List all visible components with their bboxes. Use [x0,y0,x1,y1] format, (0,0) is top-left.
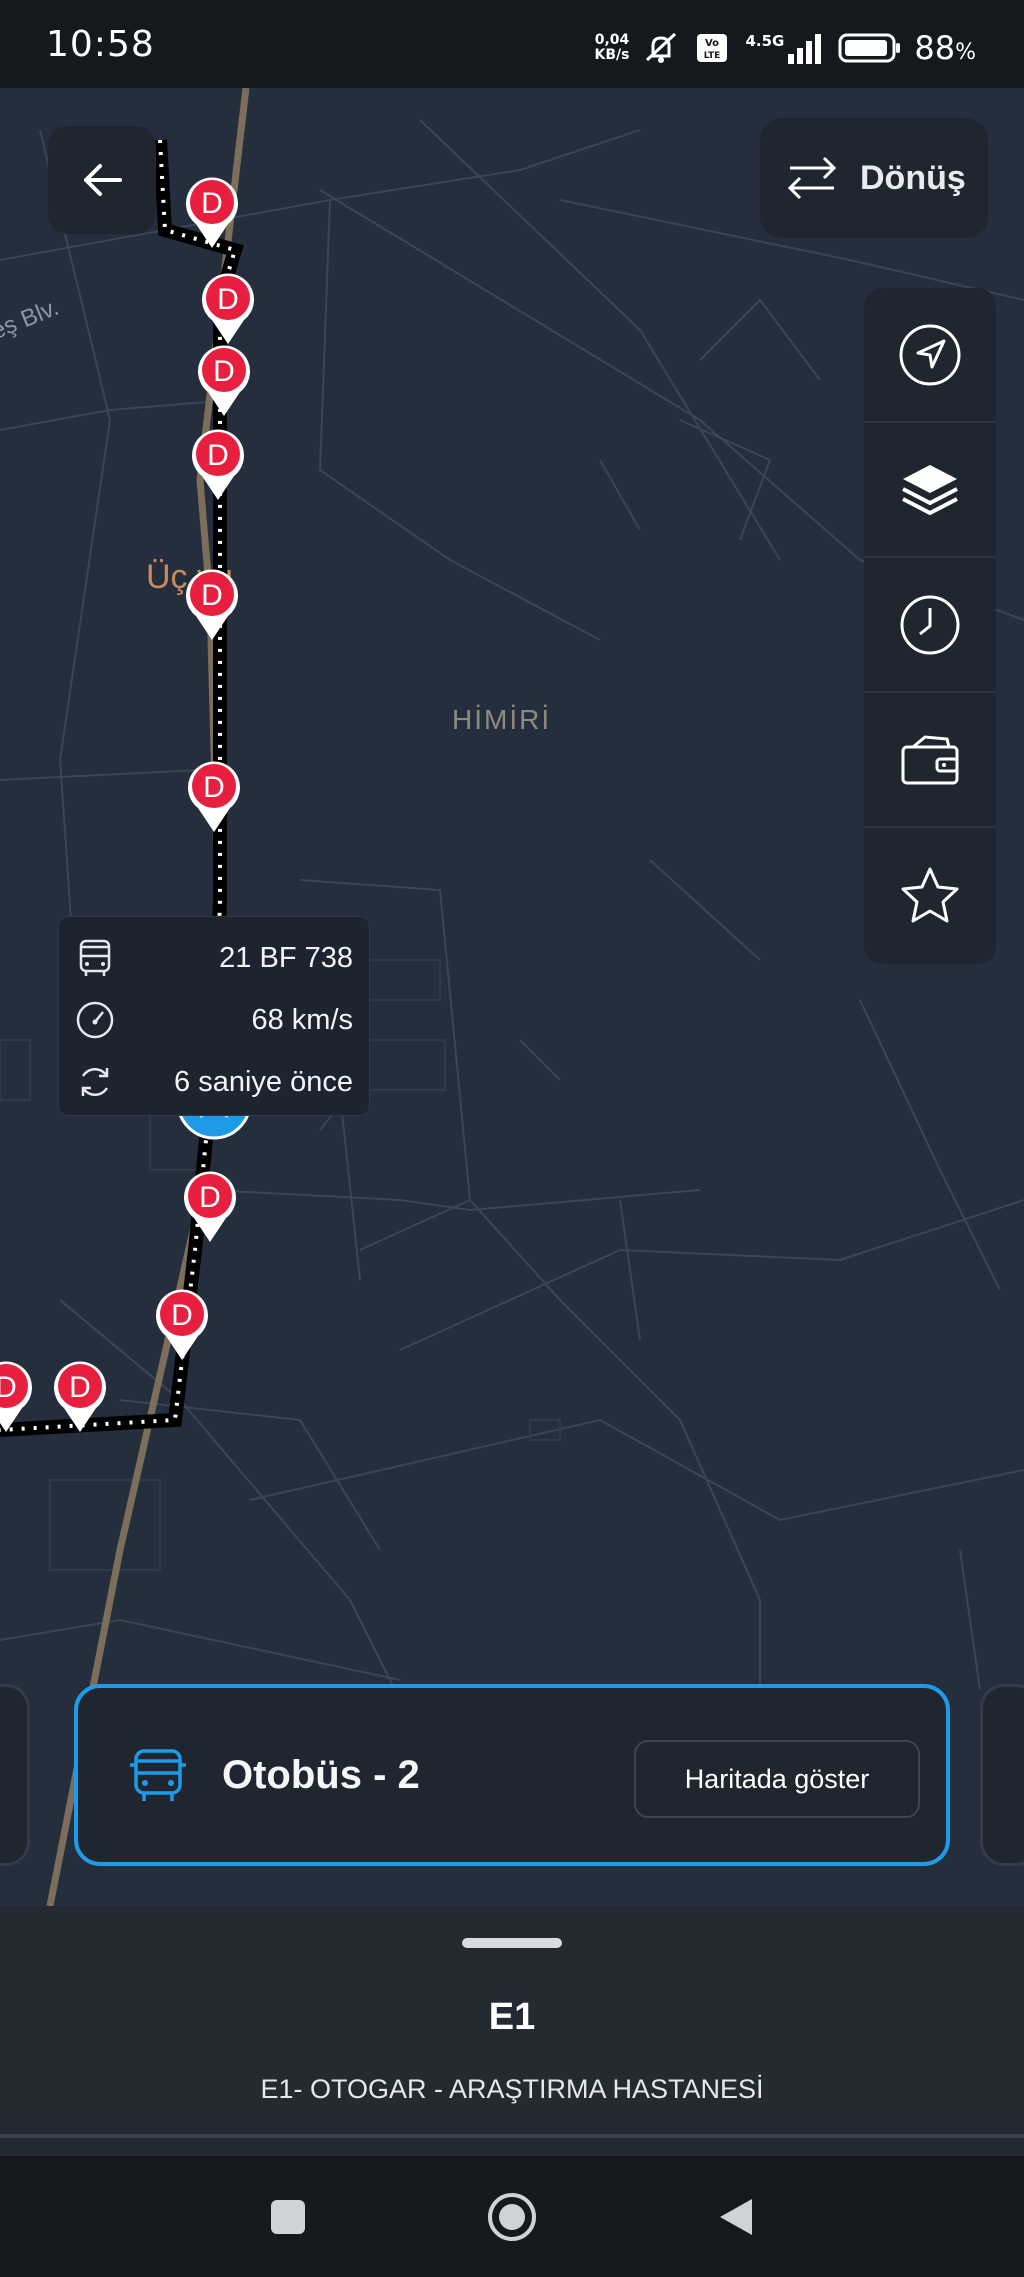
stop-marker[interactable]: D [184,756,244,834]
wallet-icon [901,734,959,784]
arrow-left-icon [84,164,122,196]
muted-alarm-icon [646,32,677,63]
svg-text:LTE: LTE [704,51,721,61]
battery-icon [838,33,901,63]
navigation-arrow-icon [899,324,961,385]
signal-indicator: 4.5G [745,32,826,64]
svg-text:D: D [171,1299,193,1332]
previous-bus-card[interactable] [0,1684,30,1866]
stop-marker[interactable]: D [50,1356,110,1434]
stop-marker[interactable]: D [188,424,248,502]
route-code: E1 [488,1996,536,2038]
network-type: 4.5G [745,32,785,50]
layers-icon [902,464,958,515]
map-tools [864,288,996,964]
refresh-icon [81,1067,109,1097]
svg-text:D: D [0,1371,17,1404]
triangle-back-icon [720,2199,752,2235]
back-button[interactable] [48,126,156,234]
swap-arrows-icon [787,156,837,200]
status-bar: 10:58 0,04 KB/s Vo LTE 4.5G 88% [0,0,1024,88]
status-icons: 0,04 KB/s Vo LTE 4.5G 88% [595,26,976,70]
svg-text:D: D [201,579,223,612]
sheet-drag-handle[interactable] [462,1938,562,1948]
svg-text:D: D [201,187,223,220]
sheet-divider [0,2134,1024,2138]
last-update: 6 saniye önce [174,1065,353,1098]
return-direction-label: Dönüş [860,158,966,197]
vehicle-info-popup: 21 BF 738 68 km/s 6 saniye önce [58,916,370,1116]
vehicle-plate: 21 BF 738 [219,941,353,974]
stop-marker[interactable]: D [198,268,258,346]
home-button[interactable] [472,2182,552,2252]
stop-marker[interactable]: D [194,340,254,418]
popup-row-updated: 6 saniye önce [75,1051,353,1113]
status-time: 10:58 [46,24,155,65]
bus-card-title: Otobüs - 2 [222,1752,420,1797]
system-nav-bar [0,2156,1024,2277]
back-nav-button[interactable] [696,2182,776,2252]
clock-icon [900,595,960,654]
stop-marker[interactable]: D [182,564,242,642]
my-location-button[interactable] [864,288,996,423]
show-on-map-button[interactable]: Haritada göster [634,1740,920,1818]
battery-percent: 88% [914,29,976,67]
svg-text:D: D [217,283,239,316]
stop-marker[interactable]: D [182,172,242,250]
recents-button[interactable] [248,2182,328,2252]
map-label-district: HİMİRİ [452,704,552,735]
network-speed: 0,04 KB/s [594,32,630,63]
svg-text:D: D [69,1371,91,1404]
star-icon [901,867,959,922]
svg-text:D: D [207,439,229,472]
svg-text:D: D [203,771,225,804]
map-layers-button[interactable] [864,423,996,558]
route-name: E1- OTOGAR - ARAŞTIRMA HASTANESİ [260,2074,764,2104]
volte-icon: Vo LTE [697,34,728,62]
square-icon [271,2200,305,2234]
bus-icon [130,1749,186,1801]
return-direction-button[interactable]: Dönüş [760,118,988,238]
bus-icon [79,939,111,976]
signal-icon [788,34,822,64]
stop-marker[interactable]: D [152,1284,212,1362]
svg-text:D: D [213,355,235,388]
vehicle-speed: 68 km/s [251,1003,353,1036]
circle-icon [488,2193,536,2241]
stop-marker[interactable]: D [180,1166,240,1244]
stop-marker[interactable]: D [0,1356,36,1434]
popup-row-speed: 68 km/s [75,989,353,1051]
speedometer-icon [76,1001,114,1039]
popup-row-plate: 21 BF 738 [75,927,353,989]
route-sheet[interactable]: E1 E1- OTOGAR - ARAŞTIRMA HASTANESİ [0,1906,1024,2156]
svg-text:Vo: Vo [705,38,719,49]
favorite-button[interactable] [864,828,996,963]
next-bus-card[interactable] [980,1684,1024,1866]
schedule-button[interactable] [864,558,996,693]
bus-card[interactable]: Otobüs - 2 Haritada göster [74,1684,950,1866]
fare-button[interactable] [864,693,996,828]
svg-text:D: D [199,1181,221,1214]
